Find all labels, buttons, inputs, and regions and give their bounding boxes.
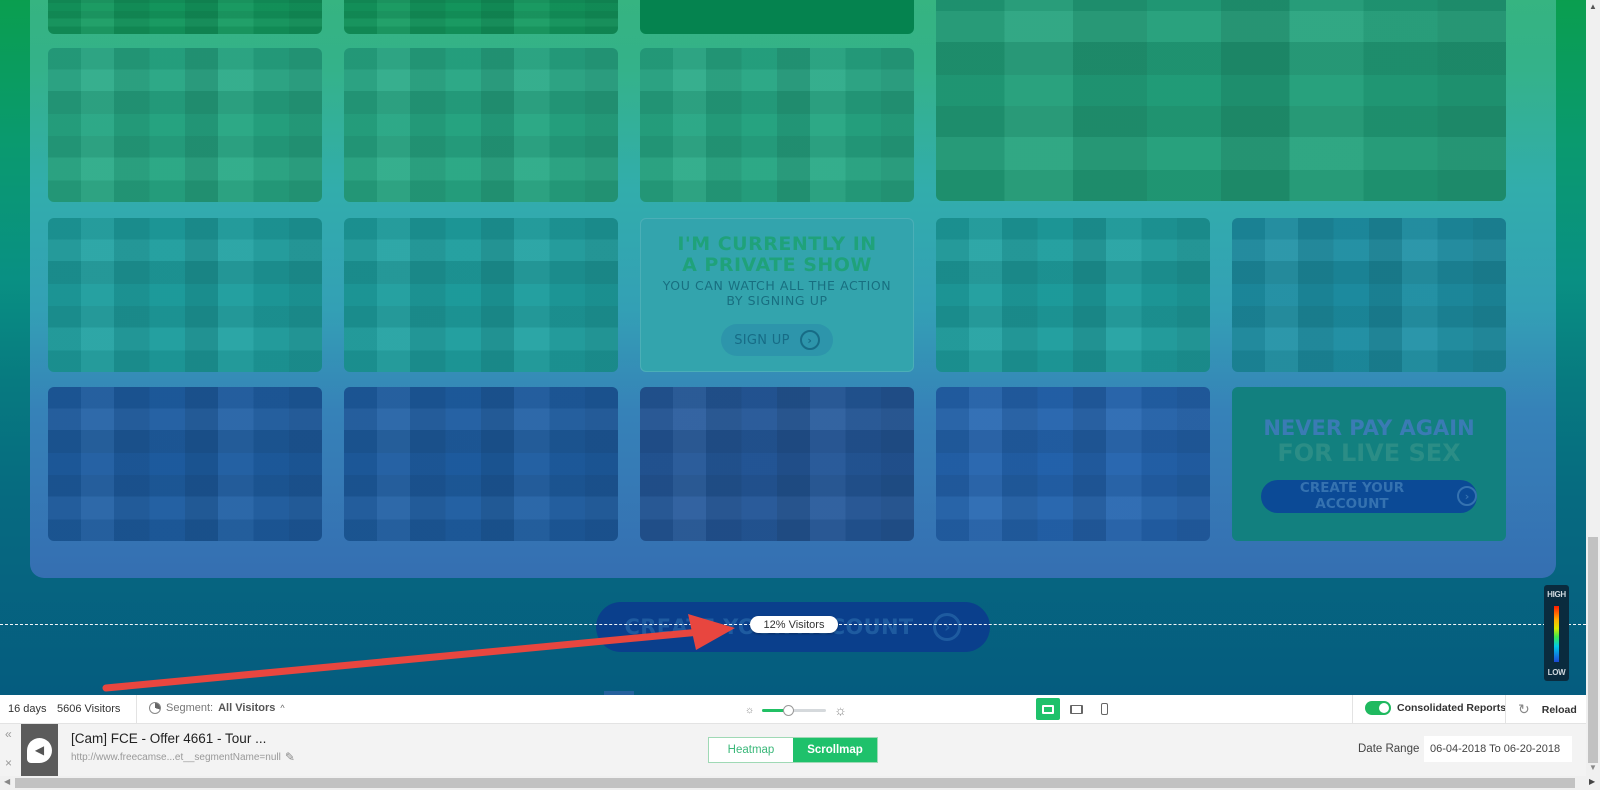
map-type-tabs: Heatmap Scrollmap [708, 737, 878, 763]
consolidated-reports-label: Consolidated Reports [1397, 702, 1507, 714]
reload-button[interactable]: ↻ Reload [1518, 701, 1577, 718]
thumbnail-tile [1232, 218, 1506, 372]
consolidated-reports: Consolidated Reports [1365, 701, 1506, 715]
never-pay-line2: FOR LIVE SEX [1277, 438, 1461, 467]
edit-pencil-icon[interactable]: ✎ [285, 750, 295, 764]
stats-toolbar: 16 days 5606 Visitors Segment: All Visit… [0, 695, 1586, 724]
private-show-subline: YOU CAN WATCH ALL THE ACTION BY SIGNING … [662, 278, 892, 308]
mobile-view-button[interactable] [1092, 698, 1116, 720]
page-content-panel: I'M CURRENTLY IN A PRIVATE SHOW YOU CAN … [30, 0, 1556, 578]
thumbnail-tile [344, 387, 618, 541]
chevron-right-circle-icon: › [933, 613, 962, 641]
tab-heatmap[interactable]: Heatmap [709, 738, 793, 762]
sign-up-button[interactable]: SIGN UP › [721, 324, 833, 356]
report-title: [Cam] FCE - Offer 4661 - Tour ... [71, 731, 267, 746]
legend-high-label: HIGH [1547, 590, 1566, 599]
brightness-slider[interactable] [762, 703, 827, 717]
tablet-icon [1069, 704, 1083, 714]
create-account-button-small[interactable]: CREATE YOUR ACCOUNT › [1261, 479, 1477, 513]
scrollmap-viewport[interactable]: I'M CURRENTLY IN A PRIVATE SHOW YOU CAN … [0, 0, 1586, 695]
vertical-scrollbar-thumb[interactable] [1588, 537, 1598, 763]
thumbnail-tile [344, 218, 618, 372]
thumbnail-tile [936, 387, 1210, 541]
create-account-label: CREATE YOUR ACCOUNT [1299, 480, 1405, 512]
horizontal-scrollbar[interactable]: ◀ ▶ [0, 776, 1600, 790]
chevron-up-icon: ^ [280, 703, 285, 713]
visitors-count: 5606 Visitors [57, 703, 121, 715]
pie-chart-icon [149, 702, 161, 714]
divider [1505, 695, 1506, 724]
thumbnail-tile [48, 218, 322, 372]
never-pay-line1: NEVER PAY AGAIN [1263, 415, 1475, 440]
close-icon[interactable]: × [5, 756, 12, 770]
sign-up-label: SIGN UP [734, 332, 790, 348]
thumbnail-tile [344, 48, 618, 202]
thumbnail-tile [344, 0, 618, 34]
thumbnail-tile [48, 387, 322, 541]
report-bar: « × ◀ [Cam] FCE - Offer 4661 - Tour ... … [0, 724, 1586, 776]
thumbnail-tile [48, 0, 322, 34]
slider-knob[interactable] [782, 705, 794, 716]
scroll-left-icon[interactable]: ◀ [4, 777, 10, 786]
divider [136, 695, 137, 724]
scroll-right-icon[interactable]: ▶ [1589, 777, 1595, 786]
brightness-low-icon: ☼ [745, 704, 755, 716]
mobile-icon [1100, 703, 1108, 715]
never-pay-promo: NEVER PAY AGAIN FOR LIVE SEX CREATE YOUR… [1232, 387, 1506, 541]
date-range-input[interactable] [1424, 736, 1572, 762]
segment-prefix: Segment: [166, 702, 214, 714]
megaphone-icon: ◀ [27, 737, 52, 763]
segment-selector[interactable]: Segment: All Visitors ^ [149, 702, 285, 714]
brightness-control: ☼ ☼ [745, 702, 847, 718]
desktop-icon [1042, 704, 1054, 714]
horizontal-scrollbar-thumb[interactable] [15, 778, 1575, 788]
heat-legend: HIGH LOW [1544, 585, 1569, 681]
consolidated-reports-toggle[interactable] [1365, 701, 1391, 715]
report-url: http://www.freecamse...et__segmentName=n… [71, 750, 295, 764]
legend-gradient-bar [1554, 605, 1559, 662]
tab-scrollmap[interactable]: Scrollmap [793, 738, 877, 762]
segment-value: All Visitors [218, 702, 276, 714]
private-show-promo: I'M CURRENTLY IN A PRIVATE SHOW YOU CAN … [640, 218, 914, 372]
scroll-down-icon[interactable]: ▼ [1589, 763, 1597, 772]
brightness-high-icon: ☼ [834, 702, 848, 718]
thumbnail-tile [640, 48, 914, 202]
featured-thumbnail [936, 0, 1506, 201]
tablet-view-button[interactable] [1064, 698, 1088, 720]
private-show-headline: I'M CURRENTLY IN A PRIVATE SHOW [677, 233, 877, 276]
chevron-right-circle-icon: › [1457, 486, 1477, 506]
report-avatar: ◀ [21, 724, 58, 776]
thumbnail-tile [640, 387, 914, 541]
desktop-view-button[interactable] [1036, 698, 1060, 720]
collapse-icon[interactable]: « [5, 727, 12, 741]
thumbnail-tile [48, 48, 322, 202]
thumbnail-tile [936, 218, 1210, 372]
divider [1352, 695, 1353, 724]
chevron-right-circle-icon: › [799, 330, 820, 350]
scroll-up-icon[interactable]: ▲ [1589, 2, 1597, 11]
vertical-scrollbar[interactable]: ▲ ▼ [1586, 0, 1600, 776]
days-count: 16 days [8, 703, 47, 715]
device-switcher [1036, 698, 1116, 720]
reload-label: Reload [1541, 703, 1577, 716]
toggle-knob [1379, 703, 1389, 713]
reload-icon: ↻ [1518, 701, 1530, 717]
date-range-label: Date Range [1358, 743, 1420, 755]
thumbnail-tile [640, 0, 914, 34]
report-url-text: http://www.freecamse...et__segmentName=n… [71, 751, 281, 763]
legend-low-label: LOW [1547, 668, 1566, 677]
scroll-depth-badge: 12% Visitors [750, 616, 838, 633]
